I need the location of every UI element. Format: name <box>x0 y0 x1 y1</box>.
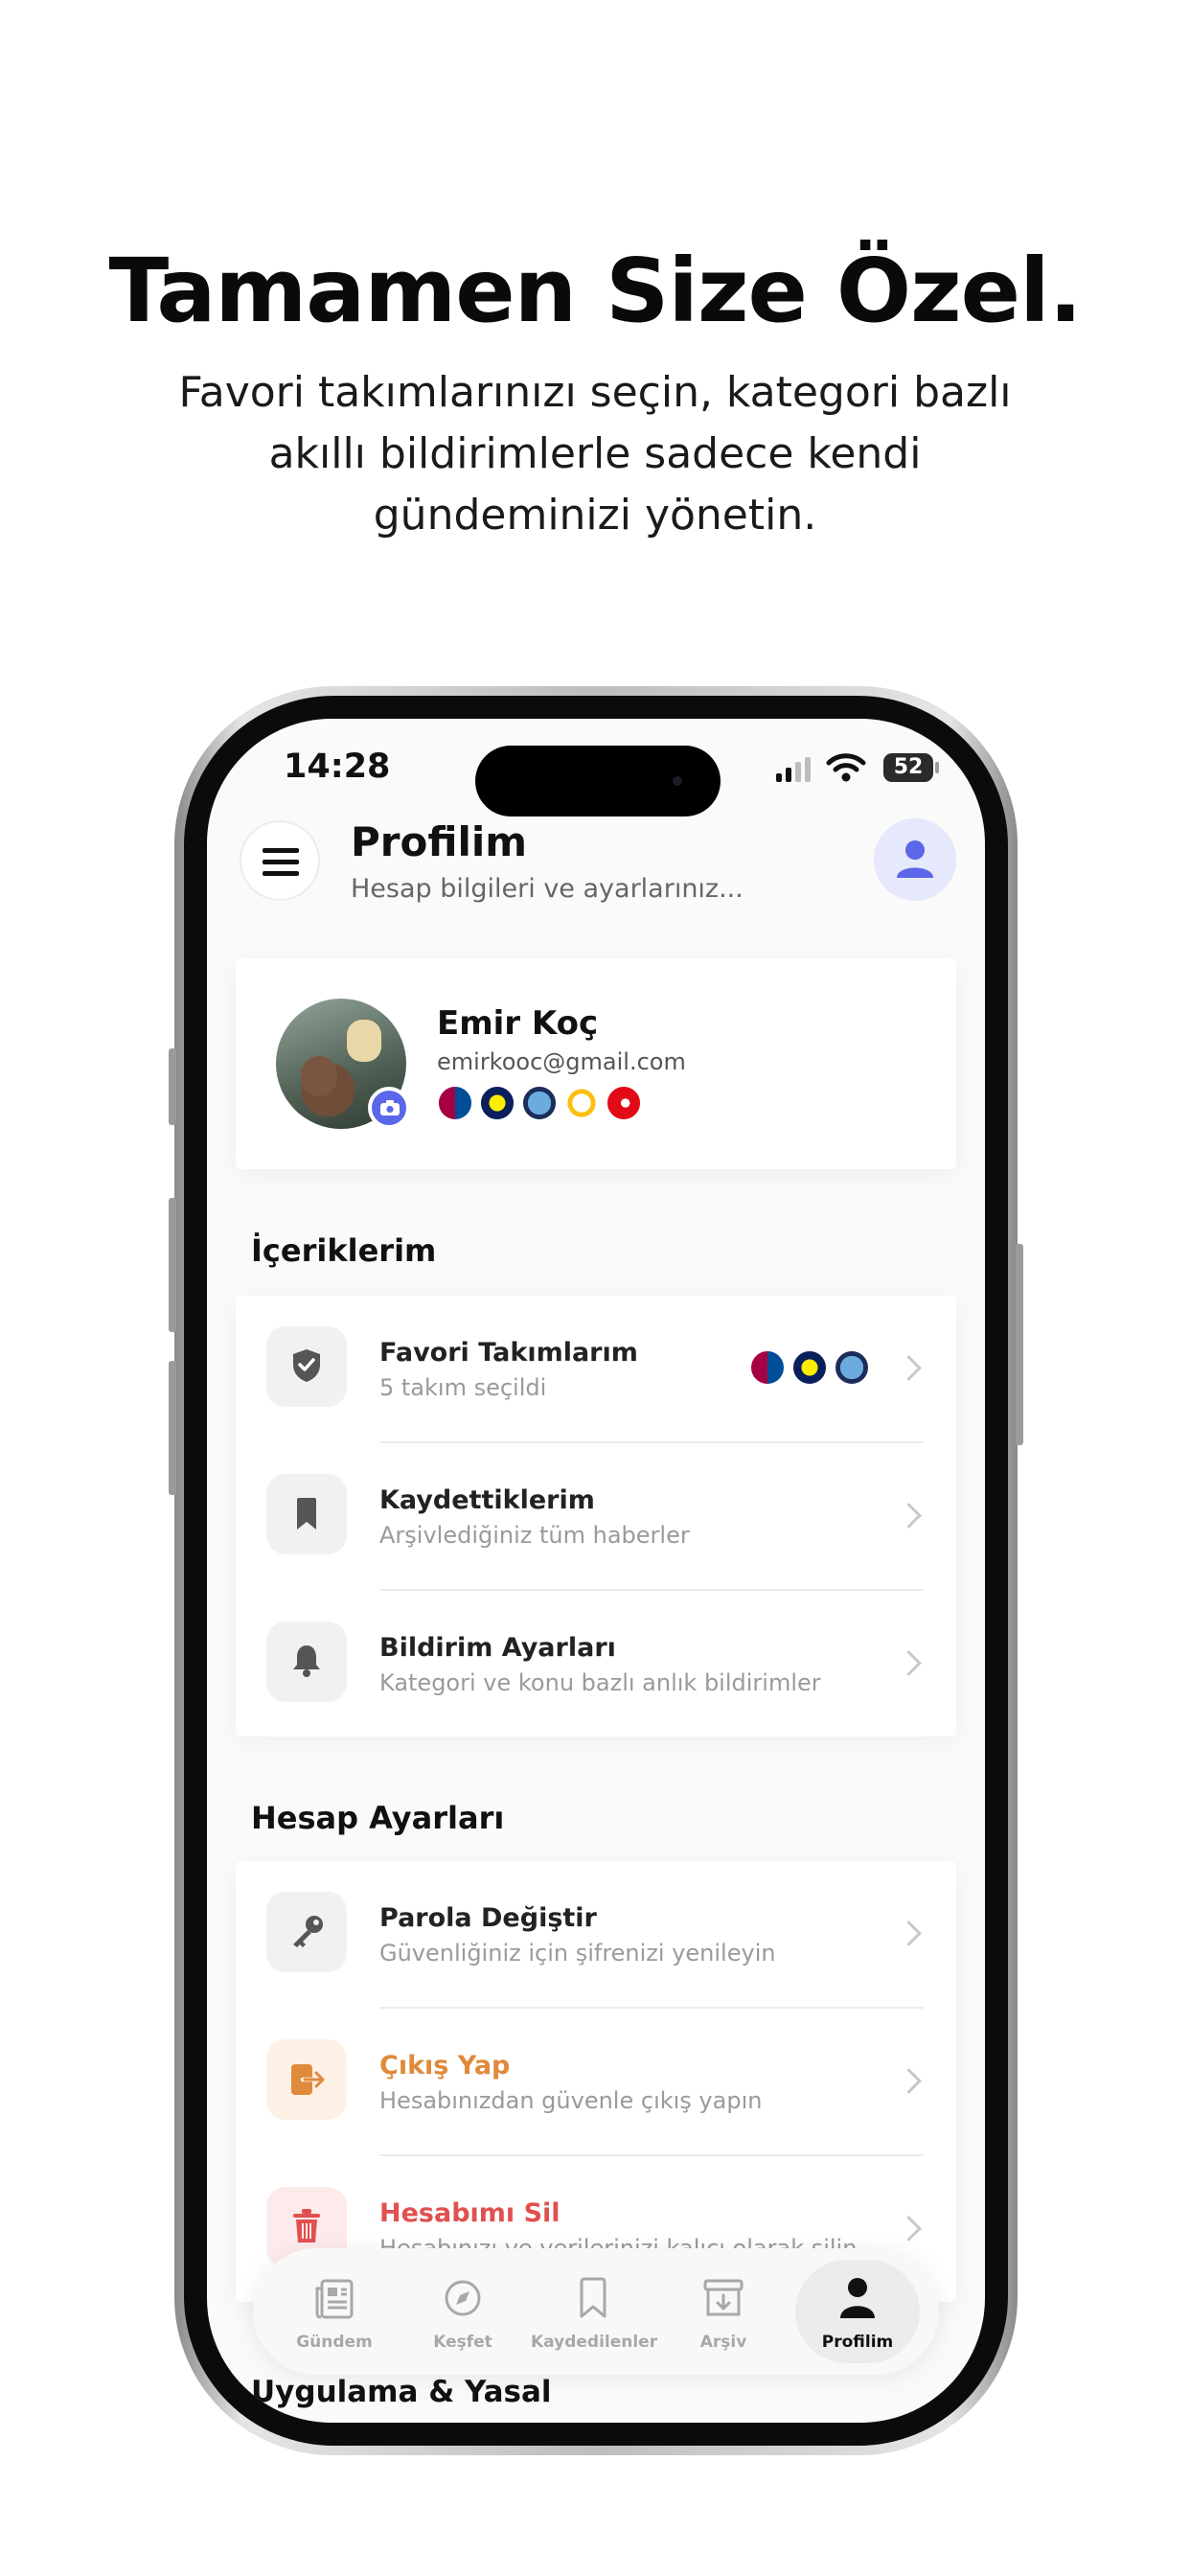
volume-down-button <box>169 1361 176 1495</box>
wifi-icon <box>826 753 866 782</box>
tab-arsiv[interactable]: Arşiv <box>661 2248 786 2375</box>
logout-row[interactable]: Çıkış Yap Hesabınızdan güvenle çıkış yap… <box>236 2009 956 2154</box>
tab-label: Arşiv <box>699 2333 747 2352</box>
tab-kesfet[interactable]: Keşfet <box>400 2248 525 2375</box>
row-title: Kaydettiklerim <box>379 1485 595 1515</box>
tab-kaydedilenler[interactable]: Kaydedilenler <box>531 2248 658 2375</box>
battery-indicator: 52 <box>883 753 933 782</box>
power-button <box>1016 1244 1023 1445</box>
change-photo-button[interactable] <box>368 1087 410 1129</box>
archive-icon <box>703 2279 744 2316</box>
bell-icon <box>266 1622 347 1702</box>
key-icon <box>266 1892 347 1972</box>
shield-check-icon <box>266 1326 347 1407</box>
profile-avatar-button[interactable] <box>874 818 956 901</box>
row-title: Çıkış Yap <box>379 2051 511 2081</box>
user-name: Emir Koç <box>437 1004 599 1043</box>
phone-screen: 14:28 52 Profilim Hesap bilgileri ve aya… <box>207 719 985 2423</box>
fenerbahce-badge <box>791 1349 828 1386</box>
page-subtitle: Hesap bilgileri ve ayarlarınız... <box>351 874 744 904</box>
tab-label: Kaydedilenler <box>531 2333 658 2352</box>
camera-dot <box>673 776 682 786</box>
section-title-contents: İçeriklerim <box>251 1232 437 1269</box>
page-title: Profilim <box>351 818 528 865</box>
photo-person <box>301 1056 337 1096</box>
compass-icon <box>445 2280 481 2316</box>
chevron-right-icon <box>896 2068 922 2094</box>
signal-icon <box>776 757 812 782</box>
change-password-row[interactable]: Parola Değiştir Güvenliğiniz için şifren… <box>236 1861 956 2007</box>
camera-icon <box>380 1100 400 1116</box>
user-email: emirkooc@gmail.com <box>437 1048 686 1075</box>
promo-headline: Tamamen Size Özel. <box>108 240 1082 342</box>
contents-card: Favori Takımlarım 5 takım seçildi Kaydet… <box>236 1296 956 1736</box>
chevron-right-icon <box>896 1920 922 1946</box>
photo-figure <box>347 1020 381 1062</box>
row-title: Bildirim Ayarları <box>379 1633 616 1663</box>
saved-items-row[interactable]: Kaydettiklerim Arşivlediğiniz tüm haberl… <box>236 1443 956 1589</box>
tab-label: Profilim <box>821 2333 894 2352</box>
manchester-city-badge <box>834 1349 870 1386</box>
row-subtitle: 5 takım seçildi <box>379 1374 547 1401</box>
row-subtitle: Hesabınızdan güvenle çıkış yapın <box>379 2087 763 2114</box>
notification-settings-row[interactable]: Bildirim Ayarları Kategori ve konu bazlı… <box>236 1591 956 1736</box>
row-title: Hesabımı Sil <box>379 2198 561 2228</box>
chevron-right-icon <box>896 2216 922 2242</box>
real-madrid-badge <box>563 1085 600 1121</box>
mute-switch <box>169 1048 176 1125</box>
row-title: Favori Takımlarım <box>379 1338 638 1368</box>
row-title: Parola Değiştir <box>379 1903 597 1933</box>
chevron-right-icon <box>896 1650 922 1676</box>
tab-profilim[interactable]: Profilim <box>795 2260 920 2363</box>
manchester-city-badge <box>521 1085 558 1121</box>
row-subtitle: Kategori ve konu bazlı anlık bildirimler <box>379 1669 821 1696</box>
promo-subheadline-line: gündeminizi yönetin. <box>373 491 817 540</box>
chevron-right-icon <box>896 1355 922 1381</box>
favorite-teams-row[interactable]: Favori Takımlarım 5 takım seçildi <box>236 1296 956 1441</box>
dynamic-island <box>475 746 721 816</box>
menu-button[interactable] <box>240 820 320 901</box>
volume-up-button <box>169 1198 176 1332</box>
section-title-account: Hesap Ayarları <box>251 1800 505 1836</box>
profile-card[interactable]: Emir Koç emirkooc@gmail.com <box>236 958 956 1169</box>
barcelona-badge <box>749 1349 786 1386</box>
logout-icon <box>266 2039 347 2120</box>
account-card: Parola Değiştir Güvenliğiniz için şifren… <box>236 1861 956 2302</box>
status-time: 14:28 <box>284 748 391 786</box>
person-icon <box>897 840 933 878</box>
newspaper-icon <box>315 2279 354 2319</box>
person-icon <box>840 2278 875 2318</box>
promo-subheadline-line: akıllı bildirimlerle sadece kendi <box>268 429 922 478</box>
tab-gundem[interactable]: Gündem <box>272 2248 397 2375</box>
promo-subheadline-line: Favori takımlarınızı seçin, kategori baz… <box>178 368 1012 417</box>
barcelona-badge <box>437 1085 473 1121</box>
bookmark-outline-icon <box>580 2277 606 2318</box>
bookmark-icon <box>266 1474 347 1554</box>
tab-label: Keşfet <box>433 2333 492 2352</box>
tab-label: Gündem <box>296 2333 373 2352</box>
row-subtitle: Arşivlediğiniz tüm haberler <box>379 1522 690 1549</box>
promo-subheadline: Favori takımlarınızı seçin, kategori baz… <box>0 362 1190 546</box>
battery-cap <box>935 762 939 773</box>
row-subtitle: Güvenliğiniz için şifrenizi yenileyin <box>379 1940 776 1966</box>
bottom-tab-bar: Gündem Keşfet Kaydedilenler Arşiv Profil… <box>253 2248 939 2375</box>
fenerbahce-badge <box>479 1085 515 1121</box>
turkey-flag-badge <box>606 1085 642 1121</box>
chevron-right-icon <box>896 1503 922 1529</box>
section-title-app-legal: Uygulama & Yasal <box>251 2375 552 2409</box>
